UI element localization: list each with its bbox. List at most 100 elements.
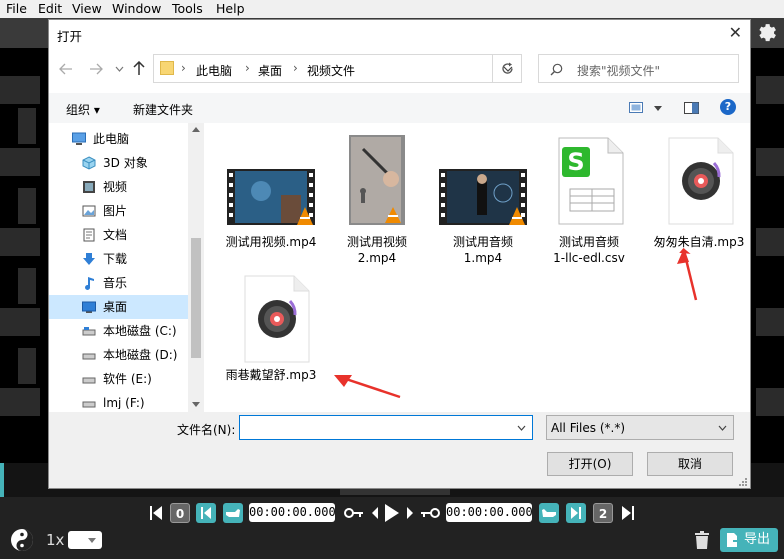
chevron-down-icon [718,425,727,431]
nav-item-computer[interactable]: 此电脑 [49,127,188,151]
nav-item-desktop[interactable]: 桌面 [49,295,188,319]
search-input[interactable]: 搜索"视频文件" [577,62,660,79]
breadcrumb-videos[interactable]: 视频文件 [307,62,355,79]
start-time-field[interactable]: 00:00:00.000 [249,503,336,522]
recent-locations-icon[interactable] [115,66,124,72]
nav-label: 本地磁盘 (C:) [103,324,177,338]
end-time-field[interactable]: 00:00:00.000 [446,503,533,522]
preview-pane-icon[interactable] [684,102,699,114]
video-thumbnail-icon [227,169,315,225]
cut-end-button[interactable] [539,503,559,523]
forward-arrow-icon[interactable] [89,63,103,75]
video-thumbnail-icon [439,169,527,225]
address-bar[interactable]: › 此电脑 › 桌面 › 视频文件 [153,54,522,83]
scroll-up-icon[interactable] [192,127,200,132]
start-marker-button[interactable]: 0 [170,503,190,523]
nav-item-downloads[interactable]: 下载 [49,247,188,271]
file-item[interactable]: 测试用音频 1.mp4 [433,131,533,281]
hand-icon [226,509,240,517]
file-name-cont: 1-llc-edl.csv [553,251,625,265]
breadcrumb-desktop[interactable]: 桌面 [258,62,282,79]
speed-select[interactable] [68,531,102,549]
refresh-button[interactable] [492,54,522,83]
back-arrow-icon[interactable] [59,63,73,75]
next-frame-icon[interactable] [405,506,415,520]
open-button[interactable]: 打开(O) [547,452,633,476]
documents-folder-icon [83,228,95,242]
play-icon[interactable] [383,503,401,523]
computer-icon [72,132,86,145]
nav-label: 视频 [103,180,128,194]
nav-item-drive-c[interactable]: 本地磁盘 (C:) [49,319,188,343]
nav-item-drive-e[interactable]: 软件 (E:) [49,367,188,391]
film-strip-right [752,48,784,463]
resize-grip-icon[interactable] [739,478,747,486]
nav-item-documents[interactable]: 文档 [49,223,188,247]
file-item[interactable]: 测试用视频.mp4 [221,131,321,261]
new-folder-button[interactable]: 新建文件夹 [133,101,193,118]
menu-edit[interactable]: Edit [38,1,62,16]
menu-tools[interactable]: Tools [172,1,203,16]
help-icon[interactable]: ? [720,99,736,115]
file-item[interactable]: 雨巷戴望舒.mp3 [221,271,329,401]
file-name: 测试用音频 [452,235,513,249]
nav-item-music[interactable]: 音乐 [49,271,188,295]
file-type-select[interactable]: All Files (*.*) [546,415,734,440]
nav-item-pictures[interactable]: 图片 [49,199,188,223]
close-icon[interactable]: ✕ [729,23,742,42]
scroll-thumb[interactable] [191,238,201,358]
scroll-down-icon[interactable] [192,402,200,407]
file-name: 雨巷戴望舒.mp3 [225,368,317,382]
breadcrumb-computer[interactable]: 此电脑 [196,62,232,79]
gear-icon[interactable] [756,22,778,44]
menu-view[interactable]: View [72,1,102,16]
organize-button[interactable]: 组织 ▾ [66,101,100,118]
yin-yang-icon[interactable] [10,528,34,552]
chevron-right-icon: › [181,61,186,75]
file-item[interactable]: S 测试用音频 1-llc-edl.csv [539,131,639,281]
jump-end-icon[interactable] [620,505,634,521]
nav-label: 下载 [103,252,128,266]
film-strip [0,48,48,463]
drive-icon [82,401,96,408]
nav-label: lmj (F:) [103,396,145,409]
prev-frame-icon[interactable] [370,506,380,520]
trash-icon[interactable] [694,531,710,549]
chevron-down-icon[interactable] [517,425,526,431]
nav-item-drive-d[interactable]: 本地磁盘 (D:) [49,343,188,367]
svg-text:S: S [567,148,584,176]
menu-window[interactable]: Window [112,1,161,16]
video-thumbnail-icon [349,135,405,225]
up-arrow-icon[interactable] [133,61,145,76]
export-button[interactable]: 导出 [720,528,778,552]
menu-file[interactable]: File [6,1,27,16]
cancel-button[interactable]: 取消 [647,452,733,476]
nav-item-drive-f[interactable]: lmj (F:) [49,391,188,409]
folder-icon [160,61,174,75]
search-box[interactable]: 搜索"视频文件" [538,54,739,83]
navigation-pane: 此电脑 3D 对象 视频 图片 文档 下载 音乐 桌面 本地磁盘 (C:) 本地… [49,123,204,412]
nav-item-videos[interactable]: 视频 [49,175,188,199]
file-item[interactable]: 测试用视频 2.mp4 [327,131,427,281]
nav-scrollbar[interactable] [188,123,204,412]
dialog-toolbar: 组织 ▾ 新建文件夹 ? [49,93,750,123]
chevron-down-icon[interactable] [654,106,662,111]
nav-label: 图片 [103,204,128,218]
drive-icon [82,353,96,360]
menu-help[interactable]: Help [216,1,245,16]
nav-label: 本地磁盘 (D:) [103,348,178,362]
desktop-icon [82,301,96,313]
nav-item-3d-objects[interactable]: 3D 对象 [49,151,188,175]
view-options-icon[interactable] [629,102,643,113]
file-item[interactable]: 匆匆朱自清.mp3 [645,131,753,261]
filename-input[interactable] [239,415,533,440]
set-end-button[interactable] [566,503,586,523]
key-icon[interactable] [420,507,440,519]
chevron-right-icon: › [245,61,250,75]
key-icon[interactable] [344,507,364,519]
end-marker-button[interactable]: 2 [593,503,613,523]
jump-start-icon[interactable] [150,505,164,521]
set-start-button[interactable] [196,503,216,523]
file-name: 测试用视频.mp4 [225,235,317,249]
cut-start-button[interactable] [223,503,243,523]
